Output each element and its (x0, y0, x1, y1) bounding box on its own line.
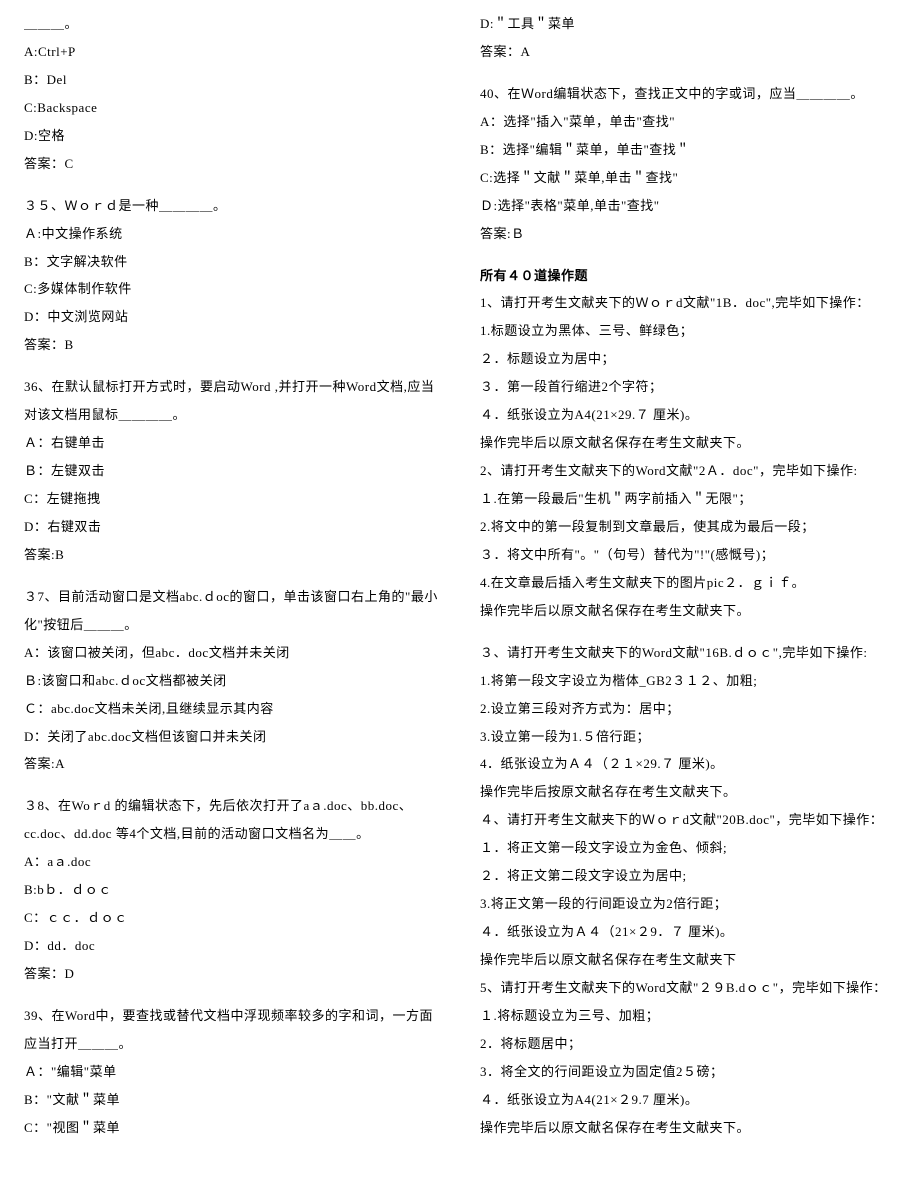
text-line: C：ｃｃ．ｄｏｃ (24, 904, 440, 932)
text-line: Ｂ:该窗口和abc.ｄoc文档都被关闭 (24, 667, 440, 695)
text-line: D：关闭了abc.doc文档但该窗口并未关闭 (24, 723, 440, 751)
text-line: A:Ctrl+P (24, 38, 440, 66)
text-line: 操作完毕后以原文献名保存在考生文献夹下。 (480, 1114, 896, 1142)
blank-line (24, 778, 440, 792)
text-line: 答案：B (24, 331, 440, 359)
text-line: C：左键拖拽 (24, 485, 440, 513)
text-line: ＿＿＿。 (24, 10, 440, 38)
text-line: ４、请打开考生文献夹下的Ｗｏｒd文献"20B.doc"，完毕如下操作： (480, 806, 896, 834)
text-line: ４．纸张设立为A4(21×２9.7 厘米)。 (480, 1086, 896, 1114)
text-line: D:空格 (24, 122, 440, 150)
text-line: ４．纸张设立为A4(21×29.７ 厘米)。 (480, 401, 896, 429)
text-line: 操作完毕后按原文献名存在考生文献夹下。 (480, 778, 896, 806)
text-line: 2．将标题居中； (480, 1030, 896, 1058)
text-line: 答案:Ｂ (480, 220, 896, 248)
blank-line (480, 625, 896, 639)
text-line: D:＂工具＂菜单 (480, 10, 896, 38)
left-column: ＿＿＿。A:Ctrl+PB：DelC:BackspaceD:空格答案：C ３５、Ｗ… (24, 10, 440, 1142)
text-line: B：文字解决软件 (24, 248, 440, 276)
text-line: 4．纸张设立为Ａ４（２１×29.７ 厘米)。 (480, 750, 896, 778)
text-line: D：右键双击 (24, 513, 440, 541)
text-line: Ｄ:选择"表格"菜单,单击"查找" (480, 192, 896, 220)
text-line: Ａ：右键单击 (24, 429, 440, 457)
text-line: B:bｂ．ｄｏｃ (24, 876, 440, 904)
text-line: 4.在文章最后插入考生文献夹下的图片pic２．ｇｉｆ。 (480, 569, 896, 597)
text-line: 3.设立第一段为1.５倍行距； (480, 723, 896, 751)
text-line: 39、在Word中，要查找或替代文档中浮现频率较多的字和词，一方面应当打开＿＿＿… (24, 1002, 440, 1058)
right-column: D:＂工具＂菜单答案：A 40、在Ｗord编辑状态下，查找正文中的字或词，应当＿＿… (480, 10, 896, 1142)
blank-line (480, 66, 896, 80)
text-line: 操作完毕后以原文献名保存在考生文献夹下。 (480, 597, 896, 625)
text-line: 2.设立第三段对齐方式为：居中； (480, 695, 896, 723)
text-line: C:选择＂文献＂菜单,单击＂查找" (480, 164, 896, 192)
text-line: ４．纸张设立为Ａ４（21×２9．７ 厘米)。 (480, 918, 896, 946)
page-container: ＿＿＿。A:Ctrl+PB：DelC:BackspaceD:空格答案：C ３５、Ｗ… (0, 0, 920, 1166)
text-line: 36、在默认鼠标打开方式时，要启动Word ,并打开一种Word文档,应当对该文… (24, 373, 440, 429)
text-line: １.在第一段最后"生机＂两字前插入＂无限"； (480, 485, 896, 513)
text-line: C："视图＂菜单 (24, 1114, 440, 1142)
text-line: D：dd．doc (24, 932, 440, 960)
text-line: ３7、目前活动窗口是文档abc.ｄoc的窗口，单击该窗口右上角的"最小化"按钮后… (24, 583, 440, 639)
text-line: 5、请打开考生文献夹下的Word文献"２９B.dｏｃ"，完毕如下操作： (480, 974, 896, 1002)
text-line: １.将标题设立为三号、加粗； (480, 1002, 896, 1030)
text-line: B："文献＂菜单 (24, 1086, 440, 1114)
text-line: C:Backspace (24, 94, 440, 122)
text-line: B：选择"编辑＂菜单，单击"查找＂ (480, 136, 896, 164)
text-line: 2.将文中的第一段复制到文章最后，使其成为最后一段； (480, 513, 896, 541)
text-line: A：该窗口被关闭，但abc．doc文档并未关闭 (24, 639, 440, 667)
text-line: D：中文浏览网站 (24, 303, 440, 331)
text-line: A：aａ.doc (24, 848, 440, 876)
text-line: Ｂ：左键双击 (24, 457, 440, 485)
text-line: Ａ："编辑"菜单 (24, 1058, 440, 1086)
text-line: １．将正文第一段文字设立为金色、倾斜; (480, 834, 896, 862)
text-line: ３．将文中所有"。"（句号）替代为"!"(感慨号)； (480, 541, 896, 569)
text-line: 1.将第一段文字设立为楷体_GB2３１２、加粗; (480, 667, 896, 695)
text-line: ３8、在Woｒd 的编辑状态下，先后依次打开了aａ.doc、bb.doc、cc.… (24, 792, 440, 848)
blank-line (24, 178, 440, 192)
text-line: C:多媒体制作软件 (24, 275, 440, 303)
text-line: 40、在Ｗord编辑状态下，查找正文中的字或词，应当＿＿＿＿。 (480, 80, 896, 108)
text-line: 所有４０道操作题 (480, 262, 896, 290)
blank-line (480, 248, 896, 262)
text-line: 操作完毕后以原文献名保存在考生文献夹下 (480, 946, 896, 974)
text-line: ２．将正文第二段文字设立为居中; (480, 862, 896, 890)
text-line: 答案:A (24, 750, 440, 778)
text-line: Ａ:中文操作系统 (24, 220, 440, 248)
text-line: 3．将全文的行间距设立为固定值2５磅； (480, 1058, 896, 1086)
blank-line (24, 569, 440, 583)
blank-line (24, 359, 440, 373)
text-line: ３．第一段首行缩进2个字符； (480, 373, 896, 401)
text-line: 操作完毕后以原文献名保存在考生文献夹下。 (480, 429, 896, 457)
text-line: ３、请打开考生文献夹下的Word文献"16B.ｄｏｃ",完毕如下操作: (480, 639, 896, 667)
text-line: 2、请打开考生文献夹下的Word文献"2Ａ．doc"，完毕如下操作: (480, 457, 896, 485)
text-line: ３５、Ｗｏｒｄ是一种＿＿＿＿。 (24, 192, 440, 220)
text-line: 答案：A (480, 38, 896, 66)
text-line: Ｃ：abc.doc文档未关闭,且继续显示其内容 (24, 695, 440, 723)
text-line: 1.标题设立为黑体、三号、鲜绿色； (480, 317, 896, 345)
text-line: ２．标题设立为居中； (480, 345, 896, 373)
text-line: 1、请打开考生文献夹下的Ｗｏｒd文献"1B．doc",完毕如下操作： (480, 289, 896, 317)
text-line: 答案：D (24, 960, 440, 988)
text-line: 3.将正文第一段的行间距设立为2倍行距； (480, 890, 896, 918)
text-line: B：Del (24, 66, 440, 94)
blank-line (24, 988, 440, 1002)
text-line: 答案：C (24, 150, 440, 178)
text-line: A：选择"插入"菜单，单击"查找" (480, 108, 896, 136)
text-line: 答案:B (24, 541, 440, 569)
